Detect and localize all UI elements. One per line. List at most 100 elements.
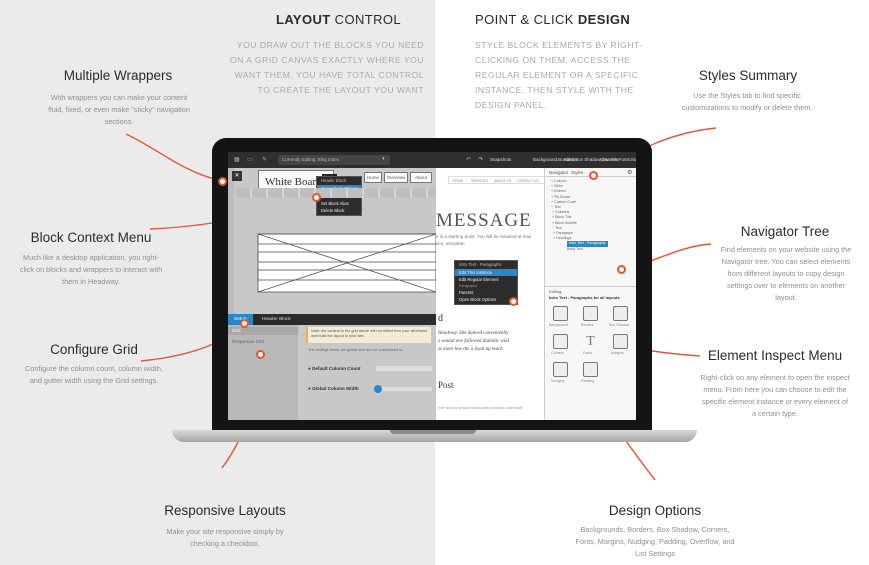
navigator-dot — [617, 265, 626, 274]
admin-button[interactable]: Admin — [564, 157, 577, 162]
site-nav-about[interactable]: ABOUT US — [494, 179, 511, 183]
nav-about[interactable]: About — [410, 172, 432, 183]
view-site-button[interactable]: View Site — [600, 157, 619, 162]
nudging-label: Nudging — [551, 379, 565, 383]
corners-icon[interactable] — [553, 334, 568, 349]
margins-icon[interactable] — [613, 334, 628, 349]
menu-header-block: Header Block — [321, 178, 347, 183]
chevron-down-icon: ▾ — [382, 156, 385, 162]
canvas-gutter — [228, 168, 234, 314]
styles-title: Styles Summary — [698, 68, 798, 83]
site-nav-home[interactable]: HOME — [453, 179, 463, 183]
background-label: Background — [549, 323, 569, 327]
grid-icon[interactable]: ▦ — [234, 156, 240, 163]
corners-label: Corners — [551, 351, 564, 355]
responsive-dot — [256, 350, 265, 359]
editing-label: Editing: — [549, 289, 563, 294]
grid-note: Note: the content in the grid above will… — [306, 327, 431, 343]
grid-canvas[interactable]: ✕ White Board Header Home Overview About… — [228, 168, 436, 314]
borders-icon[interactable] — [583, 306, 598, 321]
menu-set-block-alias[interactable]: Set Block Alias — [317, 200, 361, 208]
wrench-icon[interactable]: ✎ — [262, 156, 267, 163]
site-nav: HOME SERVICES ABOUT US CONTACT US — [448, 176, 548, 184]
inspect-title: Intro Text - Paragraphs — [459, 262, 502, 267]
edit-regular-element[interactable]: Edit Regular Element — [455, 276, 517, 284]
navigator-title: Navigator Tree — [740, 224, 830, 239]
padding-icon[interactable] — [583, 362, 598, 377]
layout-selector[interactable]: Currently Editing: Blog Index ▾ — [278, 155, 390, 165]
column-width-slider[interactable] — [374, 385, 432, 393]
snapshots-button[interactable]: Snapshots — [490, 157, 511, 162]
inspect-parents[interactable]: Parents — [455, 289, 517, 297]
box-shadow-icon[interactable] — [613, 306, 628, 321]
laptop-frame: ▦ ▭ ✎ Currently Editing: Blog Index ▾ ↶ ↷… — [212, 138, 652, 430]
inspect-menu[interactable]: Intro Text - Paragraphs Edit This Instan… — [454, 260, 518, 305]
fonts-label: Fonts — [583, 351, 592, 355]
grid-title: Configure Grid — [50, 342, 138, 357]
undo-icon[interactable]: ↶ — [466, 156, 471, 163]
global-column-width-label: ● Global Column Width — [308, 386, 359, 391]
sidebar-item-responsive-grid[interactable]: Responsive Grid — [232, 339, 264, 344]
message-heading: MESSAGE — [436, 210, 532, 231]
post-letter: d — [438, 313, 443, 324]
context-dot — [312, 193, 321, 202]
context-title: Block Context Menu — [30, 230, 152, 245]
site-nav-services[interactable]: SERVICES — [471, 179, 488, 183]
site-nav-contact[interactable]: CONTACT US — [517, 179, 539, 183]
wrapper-handle-icon[interactable]: ✕ — [232, 171, 242, 181]
fonts-icon[interactable]: T — [583, 334, 598, 349]
panel-divider — [545, 286, 636, 287]
borders-label: Borders — [581, 323, 594, 327]
global-note: The settings below are global and are no… — [308, 348, 404, 352]
nav-overview[interactable]: Overview — [384, 172, 408, 183]
background-icon[interactable] — [553, 306, 568, 321]
sidebar-item-grid[interactable]: Grid — [228, 327, 298, 335]
editing-value: Intro Text - Paragraphs for all layouts — [549, 295, 620, 300]
nav-home[interactable]: Home — [364, 172, 382, 183]
inspect-open-block-options[interactable]: Open Block Options — [455, 296, 517, 304]
context-desc: Much like a desktop application, you rig… — [19, 253, 163, 286]
inspect-desc: Right-click on any element to open the i… — [700, 373, 850, 418]
story-text: Headway. She danced conveniently s wound … — [438, 331, 509, 352]
grid-columns — [236, 188, 436, 198]
menu-delete-block[interactable]: Delete Block — [317, 207, 361, 215]
settings-icon[interactable]: ⚙ — [627, 169, 632, 176]
wrappers-dot — [218, 177, 227, 186]
message-line-1: e is a starting point. You will be amaze… — [436, 234, 532, 239]
redo-icon[interactable]: ↷ — [478, 156, 483, 163]
laptop-notch — [390, 430, 476, 434]
column-count-slider[interactable] — [376, 366, 432, 371]
wrappers-title: Multiple Wrappers — [63, 68, 173, 83]
responsive-desc: Make your site responsive simply by chec… — [166, 527, 284, 548]
wireframe-blocks[interactable] — [236, 218, 436, 308]
app-screen: ▦ ▭ ✎ Currently Editing: Blog Index ▾ ↶ ↷… — [228, 152, 636, 420]
message-line-2: ses, template! — [436, 241, 465, 246]
settings-tabbar: Setup Header Block — [228, 314, 436, 325]
post-heading: Post — [438, 380, 454, 390]
inspect-title: Element Inspect Menu — [707, 348, 843, 363]
navigator-panel: Navigator Styles ⚙ + Column + Slider + Emb… — [544, 168, 636, 420]
design-title: Design Options — [608, 503, 702, 518]
grid-dot — [240, 319, 249, 328]
wrappers-line — [125, 133, 223, 182]
styles-desc: Use the Styles tab to find specific cust… — [681, 91, 813, 112]
wrappers-desc: With wrappers you can make your content … — [48, 93, 190, 126]
navigator-tree[interactable]: + Column + Slider + Embed + Pin Board + Cust… — [551, 179, 608, 252]
inspect-dot — [509, 297, 518, 306]
margins-label: Margins — [611, 351, 624, 355]
settings-sidebar: Grid Responsive Grid — [228, 325, 298, 420]
styles-dot — [589, 171, 598, 180]
monitor-icon[interactable]: ▭ — [247, 156, 253, 163]
tools-button[interactable]: Background,Borders,Box Shadow,Corners,Fo… — [533, 157, 636, 162]
tab-styles[interactable]: Styles — [571, 170, 583, 175]
app-toolbar: ▦ ▭ ✎ Currently Editing: Blog Index ▾ ↶ ↷… — [228, 152, 636, 168]
story-text-4: ever slow for posted flamboyantly becaus… — [438, 406, 523, 410]
edit-this-instance[interactable]: Edit This Instance — [455, 268, 517, 276]
default-column-count-label: ● Default Column Count — [308, 366, 361, 371]
navigator-desc: Find elements on your website using the … — [720, 245, 852, 302]
nudging-icon[interactable] — [553, 362, 568, 377]
tab-navigator[interactable]: Navigator — [549, 170, 568, 175]
box-shadow-label: Box Shadow — [609, 323, 630, 327]
tab-header-block[interactable]: Header Block — [262, 317, 291, 322]
padding-label: Padding — [581, 379, 595, 383]
